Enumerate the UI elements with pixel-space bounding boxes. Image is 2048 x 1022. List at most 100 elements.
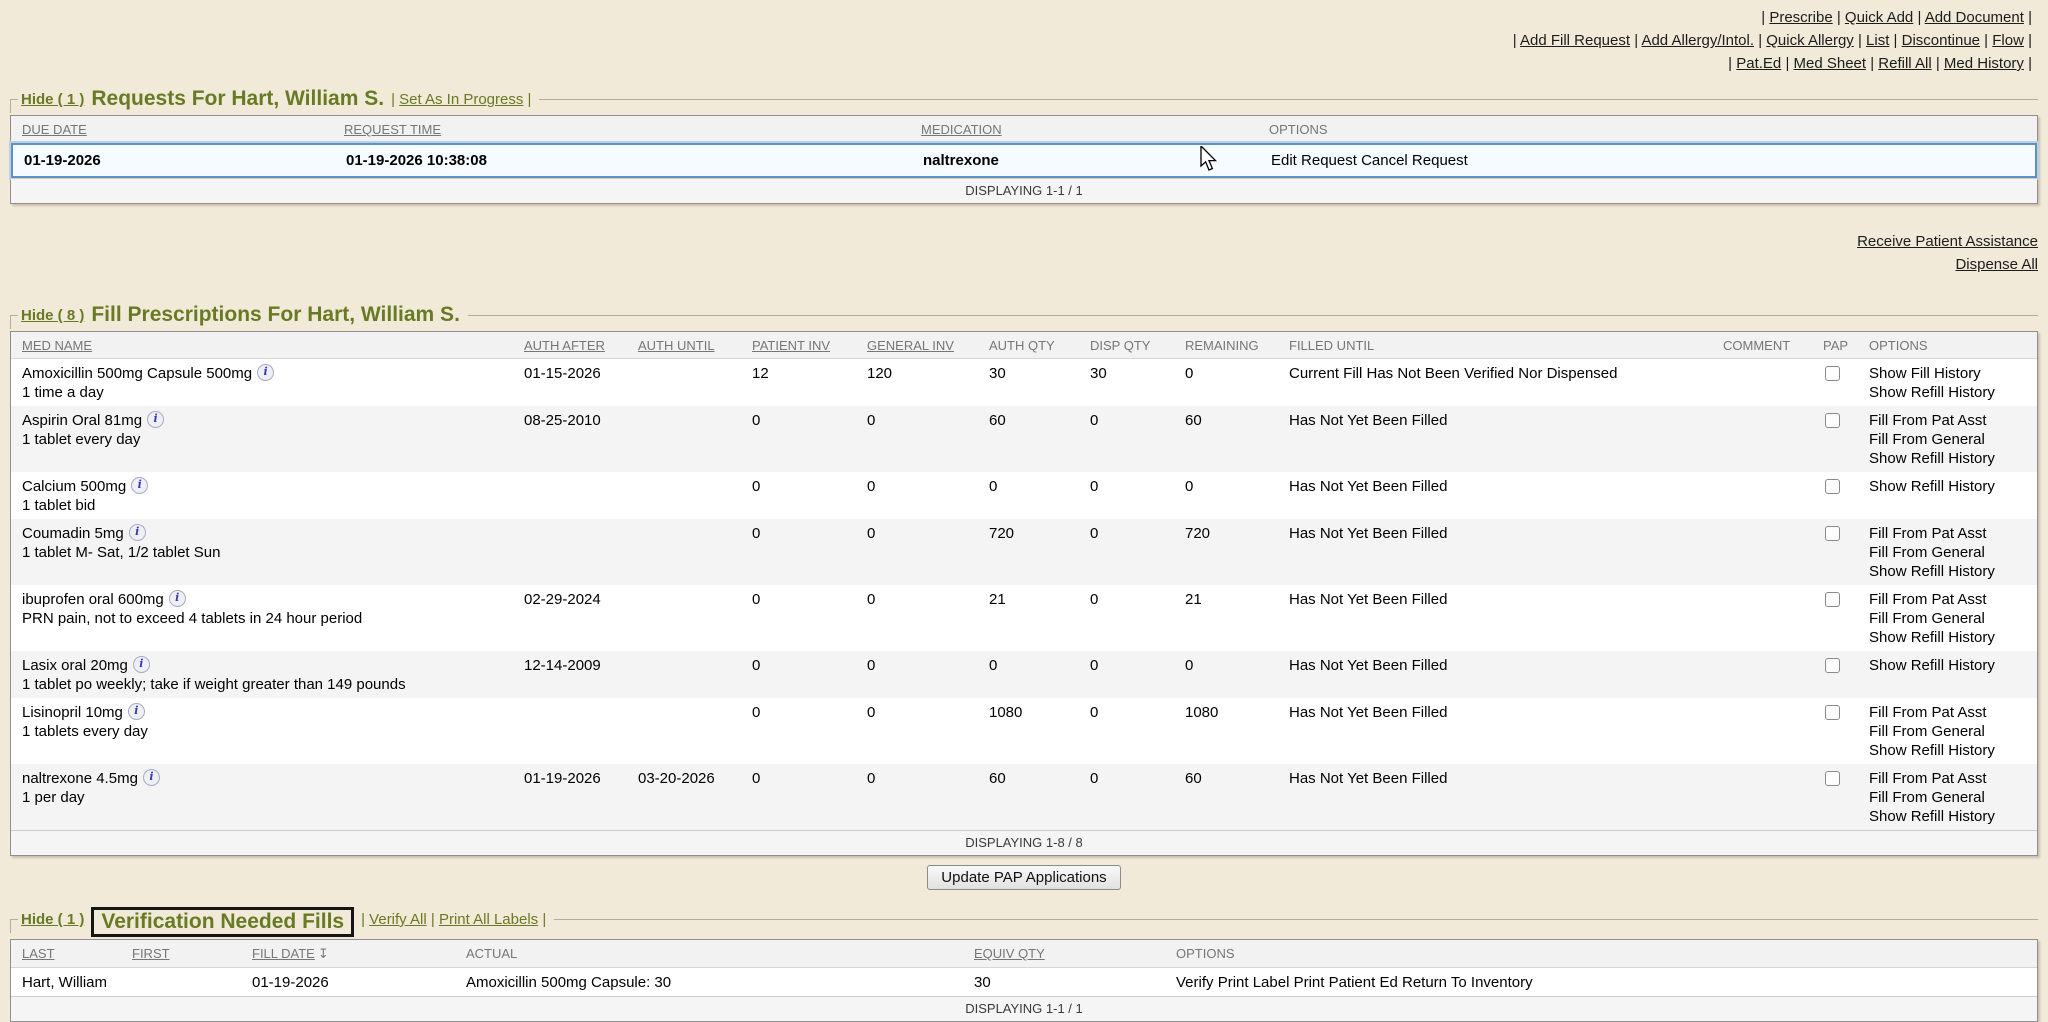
fill-hide-toggle[interactable]: Hide ( 8 ) xyxy=(21,307,84,324)
requests-hide-toggle[interactable]: Hide ( 1 ) xyxy=(21,91,84,108)
fill-date: 01-19-2026 xyxy=(252,968,466,996)
column-header-med-name[interactable]: MED NAME xyxy=(11,332,524,358)
side-link-dispense-all[interactable]: Dispense All xyxy=(1955,253,2038,276)
column-header-patient-inv[interactable]: PATIENT INV xyxy=(752,332,867,358)
toolbar-link-list[interactable]: List xyxy=(1866,32,1889,49)
drug-info-icon[interactable]: i xyxy=(128,703,145,720)
toolbar-link-prescribe[interactable]: Prescribe xyxy=(1769,9,1832,26)
toolbar-link-add-allergy-intol[interactable]: Add Allergy/Intol. xyxy=(1641,32,1754,49)
column-header-medication[interactable]: MEDICATION xyxy=(921,116,1269,142)
toolbar-link-add-fill-request[interactable]: Add Fill Request xyxy=(1520,32,1630,49)
remaining: 0 xyxy=(1185,651,1289,698)
fill-action-fill-from-general[interactable]: Fill From General xyxy=(1869,543,2033,562)
fill-action-fill-from-pat-asst[interactable]: Fill From Pat Asst xyxy=(1869,590,2033,609)
fill-action-fill-from-pat-asst[interactable]: Fill From Pat Asst xyxy=(1869,411,2033,430)
verification-action-print-label[interactable]: Print Label xyxy=(1218,974,1290,991)
column-header-auth-until[interactable]: AUTH UNTIL xyxy=(638,332,752,358)
drug-info-icon[interactable]: i xyxy=(169,590,186,607)
side-link-receive-patient-assistance[interactable]: Receive Patient Assistance xyxy=(1857,230,2038,253)
fill-options: Fill From Pat AsstFill From GeneralShow … xyxy=(1869,519,2037,585)
drug-info-icon[interactable]: i xyxy=(257,364,274,381)
drug-info-icon[interactable]: i xyxy=(131,477,148,494)
toolbar-link-add-document[interactable]: Add Document xyxy=(1925,9,2024,26)
pap-checkbox[interactable] xyxy=(1825,771,1840,786)
fill-action-show-refill-history[interactable]: Show Refill History xyxy=(1869,628,2033,647)
remaining: 1080 xyxy=(1185,698,1289,764)
toolbar-link-med-history[interactable]: Med History xyxy=(1944,55,2024,72)
toolbar-link-med-sheet[interactable]: Med Sheet xyxy=(1794,55,1867,72)
fill-action-show-refill-history[interactable]: Show Refill History xyxy=(1869,449,2033,468)
pap-checkbox[interactable] xyxy=(1825,479,1840,494)
verification-action-verify[interactable]: Verify xyxy=(1176,974,1214,991)
fill-action-show-refill-history[interactable]: Show Refill History xyxy=(1869,656,2033,675)
pap-checkbox[interactable] xyxy=(1825,526,1840,541)
med-name-line: naltrexone 4.5mg i xyxy=(22,769,520,788)
requests-table-body: 01-19-202601-19-2026 10:38:08naltrexoneE… xyxy=(11,143,2037,178)
request-due-date: 01-19-2026 xyxy=(13,145,346,176)
drug-info-icon[interactable]: i xyxy=(133,656,150,673)
drug-info-icon[interactable]: i xyxy=(129,524,146,541)
fill-action-fill-from-general[interactable]: Fill From General xyxy=(1869,430,2033,449)
pap-button-row: Update PAP Applications xyxy=(10,865,2038,890)
toolbar-link-refill-all[interactable]: Refill All xyxy=(1878,55,1931,72)
fill-action-show-refill-history[interactable]: Show Refill History xyxy=(1869,741,2033,760)
section-action-verify-all[interactable]: Verify All xyxy=(369,911,427,928)
fill-options: Show Fill HistoryShow Refill History xyxy=(1869,359,2037,406)
request-action-cancel-request[interactable]: Cancel Request xyxy=(1361,152,1468,169)
med-name: naltrexone 4.5mg xyxy=(22,770,138,787)
verification-row: Hart, William01-19-2026Amoxicillin 500mg… xyxy=(11,968,2037,996)
toolbar-link-quick-add[interactable]: Quick Add xyxy=(1845,9,1913,26)
column-header-comment: COMMENT xyxy=(1723,332,1823,358)
fill-action-fill-from-pat-asst[interactable]: Fill From Pat Asst xyxy=(1869,524,2033,543)
section-action-print-all-labels[interactable]: Print All Labels xyxy=(439,911,538,928)
filled-until: Current Fill Has Not Been Verified Nor D… xyxy=(1289,359,1723,406)
fill-action-show-fill-history[interactable]: Show Fill History xyxy=(1869,364,2033,383)
fill-action-fill-from-general[interactable]: Fill From General xyxy=(1869,788,2033,807)
toolbar-link-discontinue[interactable]: Discontinue xyxy=(1902,32,1980,49)
column-header-request-time[interactable]: REQUEST TIME xyxy=(344,116,921,142)
column-header-fill-date[interactable]: FILL DATE↧ xyxy=(252,940,466,967)
column-header-first[interactable]: FIRST xyxy=(132,940,252,967)
column-header-general-inv[interactable]: GENERAL INV xyxy=(867,332,989,358)
patient-last-name: Hart, William xyxy=(11,968,132,996)
filled-until: Has Not Yet Been Filled xyxy=(1289,519,1723,585)
fill-action-fill-from-general[interactable]: Fill From General xyxy=(1869,722,2033,741)
column-header-auth-after[interactable]: AUTH AFTER xyxy=(524,332,638,358)
fill-action-fill-from-pat-asst[interactable]: Fill From Pat Asst xyxy=(1869,769,2033,788)
verification-action-return-to-inventory[interactable]: Return To Inventory xyxy=(1402,974,1533,991)
request-row[interactable]: 01-19-202601-19-2026 10:38:08naltrexoneE… xyxy=(11,143,2037,178)
auth-after: 08-25-2010 xyxy=(524,406,638,472)
pap-checkbox[interactable] xyxy=(1825,658,1840,673)
fill-action-show-refill-history[interactable]: Show Refill History xyxy=(1869,562,2033,581)
column-header-due-date[interactable]: DUE DATE xyxy=(11,116,344,142)
pap-checkbox[interactable] xyxy=(1825,413,1840,428)
fill-action-show-refill-history[interactable]: Show Refill History xyxy=(1869,383,2033,402)
general-inv: 0 xyxy=(867,764,989,830)
auth-until xyxy=(638,406,752,472)
fill-action-fill-from-general[interactable]: Fill From General xyxy=(1869,609,2033,628)
column-header-last[interactable]: LAST xyxy=(11,940,132,967)
fill-action-show-refill-history[interactable]: Show Refill History xyxy=(1869,477,2033,496)
toolbar-link-pat-ed[interactable]: Pat.Ed xyxy=(1736,55,1781,72)
drug-info-icon[interactable]: i xyxy=(143,769,160,786)
toolbar-link-flow[interactable]: Flow xyxy=(1992,32,2024,49)
drug-info-icon[interactable]: i xyxy=(147,411,164,428)
fieldset-corner xyxy=(10,919,18,933)
column-header-equiv-qty[interactable]: EQUIV QTY xyxy=(974,940,1176,967)
section-action-set-as-in-progress[interactable]: Set As In Progress xyxy=(399,91,523,108)
toolbar-link-quick-allergy[interactable]: Quick Allergy xyxy=(1766,32,1854,49)
verification-action-print-patient-ed[interactable]: Print Patient Ed xyxy=(1294,974,1398,991)
fill-action-fill-from-pat-asst[interactable]: Fill From Pat Asst xyxy=(1869,703,2033,722)
equiv-qty: 30 xyxy=(974,968,1176,996)
pap-checkbox[interactable] xyxy=(1825,592,1840,607)
request-action-edit-request[interactable]: Edit Request xyxy=(1271,152,1357,169)
med-name-line: Aspirin Oral 81mgi xyxy=(22,411,520,430)
pap-checkbox[interactable] xyxy=(1825,366,1840,381)
column-header-filled-until: FILLED UNTIL xyxy=(1289,332,1723,358)
fill-options: Show Refill History xyxy=(1869,472,2037,519)
fill-action-show-refill-history[interactable]: Show Refill History xyxy=(1869,807,2033,826)
pap-checkbox[interactable] xyxy=(1825,705,1840,720)
verification-hide-toggle[interactable]: Hide ( 1 ) xyxy=(21,911,84,928)
med-cell: Aspirin Oral 81mgi1 tablet every day xyxy=(11,406,524,472)
update-pap-applications-button[interactable]: Update PAP Applications xyxy=(927,865,1120,890)
